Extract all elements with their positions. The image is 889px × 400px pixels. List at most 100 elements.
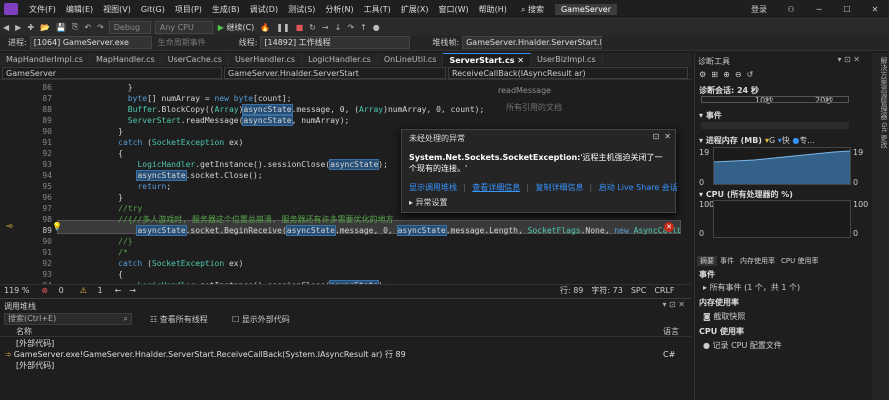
menu-help[interactable]: 帮助(H) — [474, 4, 512, 15]
platform-select[interactable]: Any CPU — [154, 20, 213, 34]
nav-back-icon[interactable]: ← — [115, 286, 122, 295]
timeline-ruler[interactable] — [701, 96, 849, 103]
nav-class[interactable]: GameServer.Hnalder.ServerStart — [224, 66, 446, 79]
memory-chart[interactable] — [713, 147, 851, 185]
tab-events[interactable]: 事件 — [717, 256, 737, 266]
view-all-threads-button[interactable]: ☷ 查看所有线程 — [150, 314, 208, 325]
show-external-code-button[interactable]: ☐ 显示外部代码 — [232, 314, 290, 325]
nav-project[interactable]: GameServer — [2, 66, 222, 79]
tab-onlineutil[interactable]: OnLineUtil.cs — [378, 53, 444, 66]
pause-icon[interactable]: ❚❚ — [276, 23, 289, 32]
code-line[interactable]: byte[] numArray = new byte[count]; — [70, 93, 292, 104]
menu-edit[interactable]: 编辑(E) — [61, 4, 98, 15]
open-icon[interactable]: 📂 — [40, 23, 50, 32]
memory-section[interactable]: ▾ 进程内存 (MB) — [699, 135, 762, 146]
nav-forward-icon[interactable]: → — [129, 286, 136, 295]
select-tools-icon[interactable]: ⊞ — [711, 70, 718, 79]
call-stack-search[interactable]: 搜索(Ctrl+E) ⌕ — [4, 313, 132, 325]
cpu-chart[interactable] — [713, 200, 851, 238]
side-tool-strip[interactable]: 解决方案资源管理器 Git 更改 — [872, 53, 889, 400]
code-line[interactable]: return; — [70, 181, 171, 192]
events-section[interactable]: ▾ 事件 — [699, 110, 722, 121]
code-line[interactable]: ServerStart.readMessage(asyncState, numA… — [70, 115, 349, 126]
show-call-stack-link[interactable]: 显示调用堆栈 — [409, 183, 457, 192]
menu-tools[interactable]: 工具(T) — [359, 4, 396, 15]
code-line[interactable]: } — [70, 126, 123, 137]
record-cpu-button[interactable]: ● 记录 CPU 配置文件 — [703, 340, 782, 351]
col-language[interactable]: 语言 — [663, 326, 679, 337]
maximize-button[interactable]: ☐ — [833, 5, 861, 14]
minimize-button[interactable]: ─ — [805, 5, 833, 14]
lightbulb-icon[interactable]: 💡 — [52, 222, 62, 231]
tab-maphandlerimpl[interactable]: MapHandlerImpl.cs — [0, 53, 90, 66]
code-line[interactable]: //try — [70, 203, 142, 214]
code-line[interactable]: LogicHandler.getInstance().sessionClose(… — [70, 159, 388, 170]
undo-icon[interactable]: ↶ — [84, 23, 91, 32]
tab-close-icon[interactable]: ✕ — [517, 56, 524, 65]
code-line[interactable]: } — [70, 192, 123, 203]
tab-serverstart[interactable]: ServerStart.cs ✕ — [443, 53, 531, 66]
table-row[interactable]: ➾ GameServer.exe!GameServer.Hnalder.Serve… — [0, 349, 691, 360]
tab-userbizimpl[interactable]: UserBizImpl.cs — [531, 53, 603, 66]
nav-method[interactable]: ReceiveCallBack(IAsyncResult ar) — [448, 66, 688, 79]
menu-view[interactable]: 视图(V) — [98, 4, 136, 15]
back-icon[interactable]: ◀ — [3, 23, 9, 32]
pin-icon[interactable]: ⊡ — [653, 132, 660, 141]
peek-refs[interactable]: 所有引用的文档 — [506, 102, 562, 113]
settings-icon[interactable]: ⚙ — [699, 70, 706, 79]
close-exception-icon[interactable]: ✕ — [664, 132, 671, 141]
char-indicator[interactable]: 字符: 73 — [591, 285, 622, 296]
tab-memory[interactable]: 内存使用率 — [737, 256, 778, 266]
menu-file[interactable]: 文件(F) — [24, 4, 61, 15]
line-indicator[interactable]: 行: 89 — [560, 285, 583, 296]
stop-icon[interactable]: ■ — [296, 23, 304, 32]
reset-zoom-icon[interactable]: ↺ — [747, 70, 754, 79]
code-line[interactable]: } — [70, 82, 133, 93]
code-line[interactable]: //{//多人游戏时, 服务器这个位置总崩溃, 服务器还有许多需要优化的地方 — [70, 214, 393, 225]
forward-icon[interactable]: ▶ — [15, 23, 21, 32]
code-line[interactable]: { — [70, 269, 123, 280]
tab-userhandler[interactable]: UserHandler.cs — [229, 53, 303, 66]
menu-extensions[interactable]: 扩展(X) — [396, 4, 434, 15]
redo-icon[interactable]: ↷ — [97, 23, 104, 32]
table-row[interactable]: [外部代码] — [0, 338, 691, 349]
exception-settings[interactable]: ▸ 异常设置 — [409, 197, 448, 208]
error-count[interactable]: ⊗ 0 — [37, 286, 67, 295]
menu-test[interactable]: 测试(S) — [283, 4, 320, 15]
menu-window[interactable]: 窗口(W) — [434, 4, 474, 15]
tab-usercache[interactable]: UserCache.cs — [162, 53, 229, 66]
code-line[interactable]: asyncState.socket.Close(); — [70, 170, 263, 181]
step-into-icon[interactable]: ↓ — [335, 23, 342, 32]
code-line[interactable]: catch (SocketException ex) — [70, 258, 243, 269]
process-select[interactable]: [1064] GameServer.exe — [29, 36, 152, 49]
code-line[interactable]: asyncState.socket.BeginReceive(asyncStat… — [70, 225, 680, 236]
copy-details-link[interactable]: 复制详细信息 — [536, 183, 584, 192]
code-line[interactable]: /* — [70, 247, 128, 258]
login-link[interactable]: 登录 — [741, 4, 777, 15]
warning-count[interactable]: ⚠ 1 — [76, 286, 107, 295]
hot-reload-icon[interactable]: 🔥 — [260, 23, 270, 32]
show-next-statement-icon[interactable]: → — [322, 23, 329, 32]
code-line[interactable]: catch (SocketException ex) — [70, 137, 243, 148]
step-out-icon[interactable]: ↑ — [360, 23, 367, 32]
zoom-in-icon[interactable]: ⊕ — [723, 70, 730, 79]
stack-frame-select[interactable]: GameServer.Hnalder.ServerStart.Rece — [462, 36, 603, 49]
save-icon[interactable]: 💾 — [56, 23, 66, 32]
tab-maphandler[interactable]: MapHandler.cs — [90, 53, 162, 66]
panel-controls[interactable]: ▾ ⊡ ✕ — [662, 300, 685, 309]
menu-project[interactable]: 项目(P) — [170, 4, 207, 15]
table-row[interactable]: [外部代码] — [0, 360, 691, 371]
continue-button[interactable]: ▶ 继续(C) — [218, 22, 255, 33]
tab-summary[interactable]: 摘要 — [697, 256, 717, 266]
search-button[interactable]: ⌕ 搜索 — [516, 4, 549, 15]
line-ending[interactable]: CRLF — [654, 286, 674, 295]
step-over-icon[interactable]: ↷ — [347, 23, 354, 32]
code-line[interactable]: { — [70, 148, 123, 159]
account-icon[interactable]: ⚇ — [777, 5, 805, 14]
new-item-icon[interactable]: ✚ — [27, 23, 34, 32]
view-details-link[interactable]: 查看详细信息 — [472, 183, 520, 192]
take-snapshot-button[interactable]: ◙ 截取快照 — [703, 311, 745, 322]
menu-build[interactable]: 生成(B) — [207, 4, 245, 15]
col-name[interactable]: 名称 — [16, 326, 32, 337]
save-all-icon[interactable]: ⎘ — [72, 22, 78, 32]
